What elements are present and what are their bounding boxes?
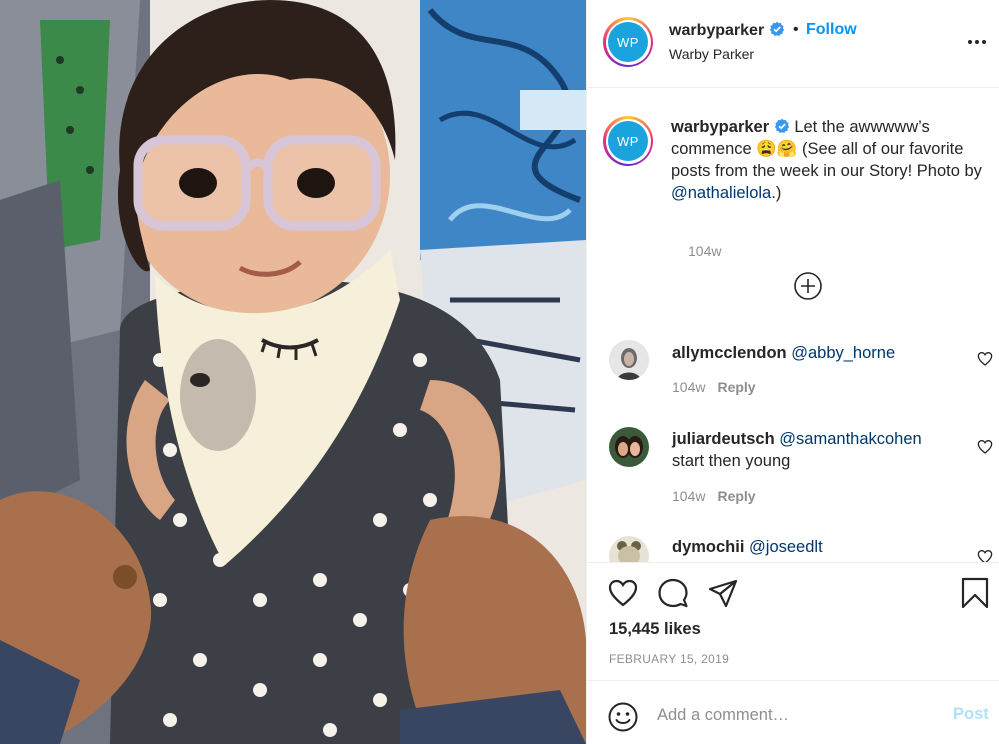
caption-text: warbyparker Let the awwwww’s commence 😩🤗…	[671, 116, 993, 204]
heart-icon[interactable]	[977, 439, 993, 455]
caption-avatar[interactable]: WP	[603, 116, 653, 166]
reply-button[interactable]: Reply	[717, 488, 755, 504]
post-side-panel: WP warbyparker • Follow Warby Parker WP …	[586, 0, 999, 744]
account-full-name: Warby Parker	[669, 46, 755, 62]
likes-count[interactable]: 15,445 likes	[609, 620, 701, 639]
emoji-icon[interactable]	[607, 701, 639, 733]
bookmark-icon[interactable]	[959, 577, 991, 609]
comment-body: start then young	[672, 452, 791, 470]
caption-timestamp[interactable]: 104w	[688, 243, 721, 259]
post-comment-button[interactable]: Post	[953, 705, 989, 724]
separator-dot: •	[793, 21, 799, 38]
avatar-initials: WP	[608, 22, 648, 62]
comments-area[interactable]: WP warbyparker Let the awwwww’s commence…	[587, 89, 999, 562]
account-username[interactable]: warbyparker	[669, 21, 785, 40]
comment-text: juliardeutsch @samanthakcohen start then…	[672, 428, 952, 472]
add-comment-bar: Post	[587, 680, 999, 744]
caption-mention-link[interactable]: @nathalielola	[671, 184, 771, 202]
comment-username[interactable]: dymochii	[672, 538, 744, 556]
caption-username[interactable]: warbyparker	[671, 118, 769, 136]
post-actions: 15,445 likes FEBRUARY 15, 2019	[587, 562, 999, 680]
comment-timestamp[interactable]: 104w	[672, 379, 705, 395]
follow-button[interactable]: Follow	[806, 21, 857, 39]
post-photo[interactable]	[0, 0, 586, 744]
caption-body-end: .)	[771, 184, 782, 202]
comment-timestamp[interactable]: 104w	[672, 488, 705, 504]
load-more-comments-icon[interactable]	[792, 270, 824, 302]
commenter-avatar[interactable]	[609, 340, 649, 380]
comment-username[interactable]: juliardeutsch	[672, 430, 775, 448]
photo-baby-with-glasses	[0, 0, 586, 744]
commenter-photo	[609, 536, 649, 562]
comment-text: allymcclendon @abby_horne	[672, 342, 952, 364]
commenter-avatar[interactable]	[609, 536, 649, 562]
commenter-avatar[interactable]	[609, 427, 649, 467]
comment-text: dymochii @joseedlt	[672, 536, 952, 558]
add-comment-input[interactable]	[657, 703, 937, 727]
commenter-photo	[609, 340, 649, 380]
like-heart-icon[interactable]	[607, 577, 639, 609]
comment-mention-link[interactable]: @abby_horne	[791, 344, 895, 362]
post-date[interactable]: FEBRUARY 15, 2019	[609, 652, 729, 666]
comment-icon[interactable]	[657, 577, 689, 609]
comment-meta: 104w Reply	[672, 379, 756, 395]
reply-button[interactable]: Reply	[717, 379, 755, 395]
verified-badge-icon	[769, 21, 784, 36]
post-header: WP warbyparker • Follow Warby Parker	[587, 0, 999, 88]
heart-icon[interactable]	[977, 351, 993, 367]
commenter-photo	[609, 427, 649, 467]
heart-icon[interactable]	[977, 549, 993, 562]
account-avatar[interactable]: WP	[603, 17, 653, 67]
comment-mention-link[interactable]: @samanthakcohen	[779, 430, 921, 448]
caption-avatar-initials: WP	[608, 121, 648, 161]
account-username-text: warbyparker	[669, 22, 765, 39]
comment-mention-link[interactable]: @joseedlt	[749, 538, 823, 556]
comment-username[interactable]: allymcclendon	[672, 344, 787, 362]
comment-meta: 104w Reply	[672, 488, 756, 504]
share-icon[interactable]	[707, 577, 739, 609]
verified-badge-icon	[774, 118, 789, 133]
more-options-icon[interactable]	[965, 30, 989, 54]
